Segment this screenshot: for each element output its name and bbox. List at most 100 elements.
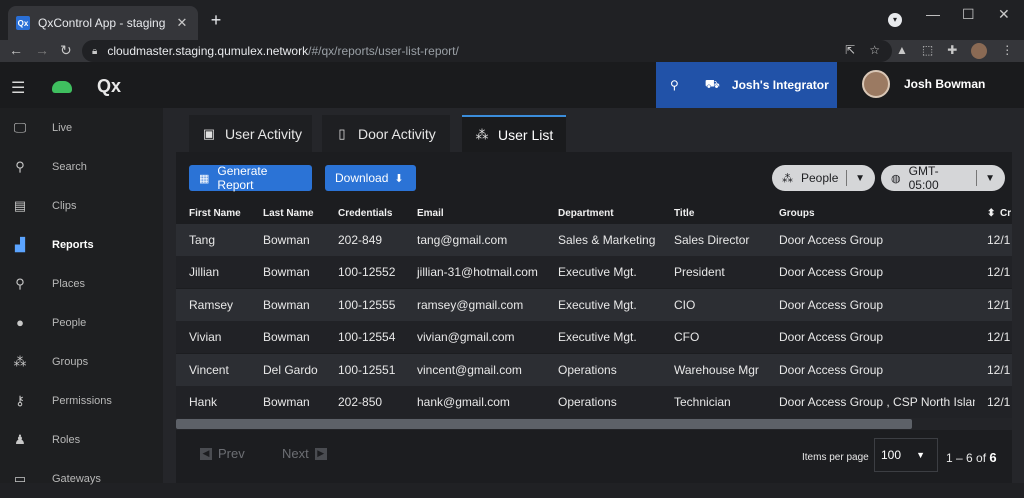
integrator-selector[interactable]: ⚲ ⛟ Josh's Integrator [656, 62, 837, 108]
globe-icon: ◍ [891, 172, 901, 185]
role-icon: ♟ [14, 431, 26, 447]
cell-title: Warehouse Mgr [674, 363, 759, 377]
sidebar-item-roles[interactable]: ♟ Roles [0, 420, 163, 459]
user-menu[interactable]: Josh Bowman [862, 70, 985, 98]
page-range-text: 1 – 6 of [946, 451, 987, 465]
tab-search-icon[interactable]: ▾ [888, 13, 902, 27]
close-tab-icon[interactable]: ✕ [174, 15, 190, 31]
chevron-left-icon: ◀ [200, 447, 212, 460]
cell-last-name: Bowman [263, 265, 310, 279]
url-field[interactable]: 🔒︎ cloudmaster.staging.qumulex.network/#… [82, 40, 892, 62]
bookmark-star-icon[interactable]: ☆ [869, 43, 880, 57]
extensions-puzzle-icon[interactable]: ✚ [947, 43, 957, 59]
table-row[interactable]: Vivian Bowman 100-12554 vivian@gmail.com… [176, 321, 1012, 353]
tab-door-activity[interactable]: ▯ Door Activity [322, 115, 450, 152]
maximize-icon[interactable]: ☐ [962, 6, 975, 23]
generate-report-button[interactable]: ▦ Generate Report [189, 164, 312, 192]
cloud-icon [52, 81, 72, 93]
cell-email: jillian-31@hotmail.com [417, 265, 538, 279]
main-content: ▣ User Activity ▯ Door Activity ⁂ User L… [163, 108, 1024, 483]
cell-credentials: 100-12551 [338, 363, 396, 377]
sidebar-item-groups[interactable]: ⁂ Groups [0, 342, 163, 381]
browser-tab[interactable]: Qx QxControl App - staging ✕ [8, 6, 198, 40]
sidebar-item-permissions[interactable]: ⚷ Permissions [0, 381, 163, 420]
profile-avatar-icon[interactable] [971, 43, 988, 59]
column-header-title[interactable]: Title [674, 208, 694, 219]
sidebar-item-search[interactable]: ⚲ Search [0, 147, 163, 186]
cell-credentials: 100-12555 [338, 298, 396, 312]
cell-credentials: 202-850 [338, 395, 383, 409]
timezone-label: GMT-05:00 [908, 164, 939, 192]
sidebar-item-reports[interactable]: ▟ Reports [0, 225, 163, 264]
column-header-created[interactable]: Cr [1000, 208, 1011, 219]
users-icon: ⁂ [782, 172, 793, 185]
next-page-button[interactable]: Next ▶ [282, 446, 327, 461]
url-host: cloudmaster.staging.qumulex.network [107, 44, 309, 58]
prev-page-button[interactable]: ◀ Prev [200, 446, 245, 461]
screenshot-extension-icon[interactable]: ⬚ [922, 43, 933, 59]
items-per-page-label: Items per page [802, 452, 869, 463]
new-tab-icon[interactable]: + [206, 10, 226, 31]
drive-extension-icon[interactable]: ▲ [896, 43, 908, 59]
column-header-first-name[interactable]: First Name [189, 208, 241, 219]
window-close-icon[interactable]: ✕ [998, 6, 1010, 23]
timezone-dropdown[interactable]: ◍ GMT-05:00 ▼ [881, 164, 1005, 192]
sidebar-item-live[interactable]: 🖵︎ Live [0, 108, 163, 147]
tab-user-activity[interactable]: ▣ User Activity [189, 115, 312, 152]
chevron-right-icon: ▶ [314, 447, 327, 460]
cell-created: 12/1 [987, 330, 1011, 344]
chevron-down-icon: ▼ [916, 450, 925, 460]
search-icon: ⚲ [15, 158, 25, 174]
column-header-last-name[interactable]: Last Name [263, 208, 314, 219]
sidebar-item-places[interactable]: ⚲ Places [0, 264, 163, 303]
download-button[interactable]: Download ⬇ [325, 165, 416, 191]
horizontal-scrollbar[interactable] [176, 418, 1012, 430]
gateway-icon: ▭ [13, 470, 27, 486]
sort-icon[interactable]: ⬍ [987, 208, 995, 219]
table-row[interactable]: Vincent Del Gardo 100-12551 vincent@gmai… [176, 354, 1012, 386]
column-header-credentials[interactable]: Credentials [338, 208, 392, 219]
open-external-icon[interactable]: ⇱ [845, 43, 855, 57]
cell-created: 12/1 [987, 233, 1011, 247]
browser-menu-icon[interactable]: ⋮ [1001, 43, 1013, 59]
table-row[interactable]: Tang Bowman 202-849 tang@gmail.com Sales… [176, 224, 1012, 256]
items-per-page-select[interactable]: 100 ▼ [874, 438, 938, 472]
id-badge-icon: ▣ [202, 125, 216, 141]
sidebar-item-people[interactable]: ● People [0, 303, 163, 342]
chevron-down-icon: ▼ [985, 172, 995, 184]
map-pin-icon: ⚲ [15, 275, 25, 291]
tab-user-list[interactable]: ⁂ User List [462, 115, 566, 152]
cell-first-name: Vivian [189, 330, 222, 344]
forward-icon[interactable]: → [35, 42, 49, 58]
scrollbar-thumb[interactable] [176, 419, 912, 429]
back-icon[interactable]: ← [9, 42, 23, 58]
cell-last-name: Bowman [263, 330, 310, 344]
cell-first-name: Vincent [189, 363, 229, 377]
table-row[interactable]: Jillian Bowman 100-12552 jillian-31@hotm… [176, 256, 1012, 288]
table-row[interactable]: Ramsey Bowman 100-12555 ramsey@gmail.com… [176, 289, 1012, 321]
cell-title: CFO [674, 330, 700, 344]
monitor-icon: 🖵︎ [13, 119, 27, 135]
cell-groups: Door Access Group , CSP North Islan... [779, 395, 975, 409]
download-label: Download [335, 171, 389, 185]
column-header-department[interactable]: Department [558, 208, 614, 219]
reload-icon[interactable]: ↻ [60, 42, 72, 59]
people-filter-dropdown[interactable]: ⁂ People ▼ [772, 165, 875, 191]
users-icon: ⁂ [475, 126, 489, 142]
table-row[interactable]: Hank Bowman 202-850 hank@gmail.com Opera… [176, 386, 1012, 418]
next-label: Next [282, 446, 309, 461]
hamburger-menu-icon[interactable]: ☰ [11, 78, 25, 98]
cell-credentials: 202-849 [338, 233, 383, 247]
pagination: ◀ Prev Next ▶ Items per page 100 ▼ 1 – 6… [176, 436, 1012, 483]
sidebar-item-clips[interactable]: ▤ Clips [0, 186, 163, 225]
sidebar-item-label: Clips [52, 199, 77, 212]
minimize-icon[interactable]: — [926, 6, 940, 22]
column-header-email[interactable]: Email [417, 208, 444, 219]
sidebar-item-gateways[interactable]: ▭ Gateways [0, 459, 163, 498]
cell-department: Operations [558, 363, 617, 377]
brand-logo: Qx [97, 76, 122, 96]
sidebar-item-label: Reports [52, 238, 94, 251]
column-header-groups[interactable]: Groups [779, 208, 815, 219]
sidebar-item-label: Groups [52, 355, 89, 368]
sidebar-item-label: Permissions [52, 394, 112, 407]
